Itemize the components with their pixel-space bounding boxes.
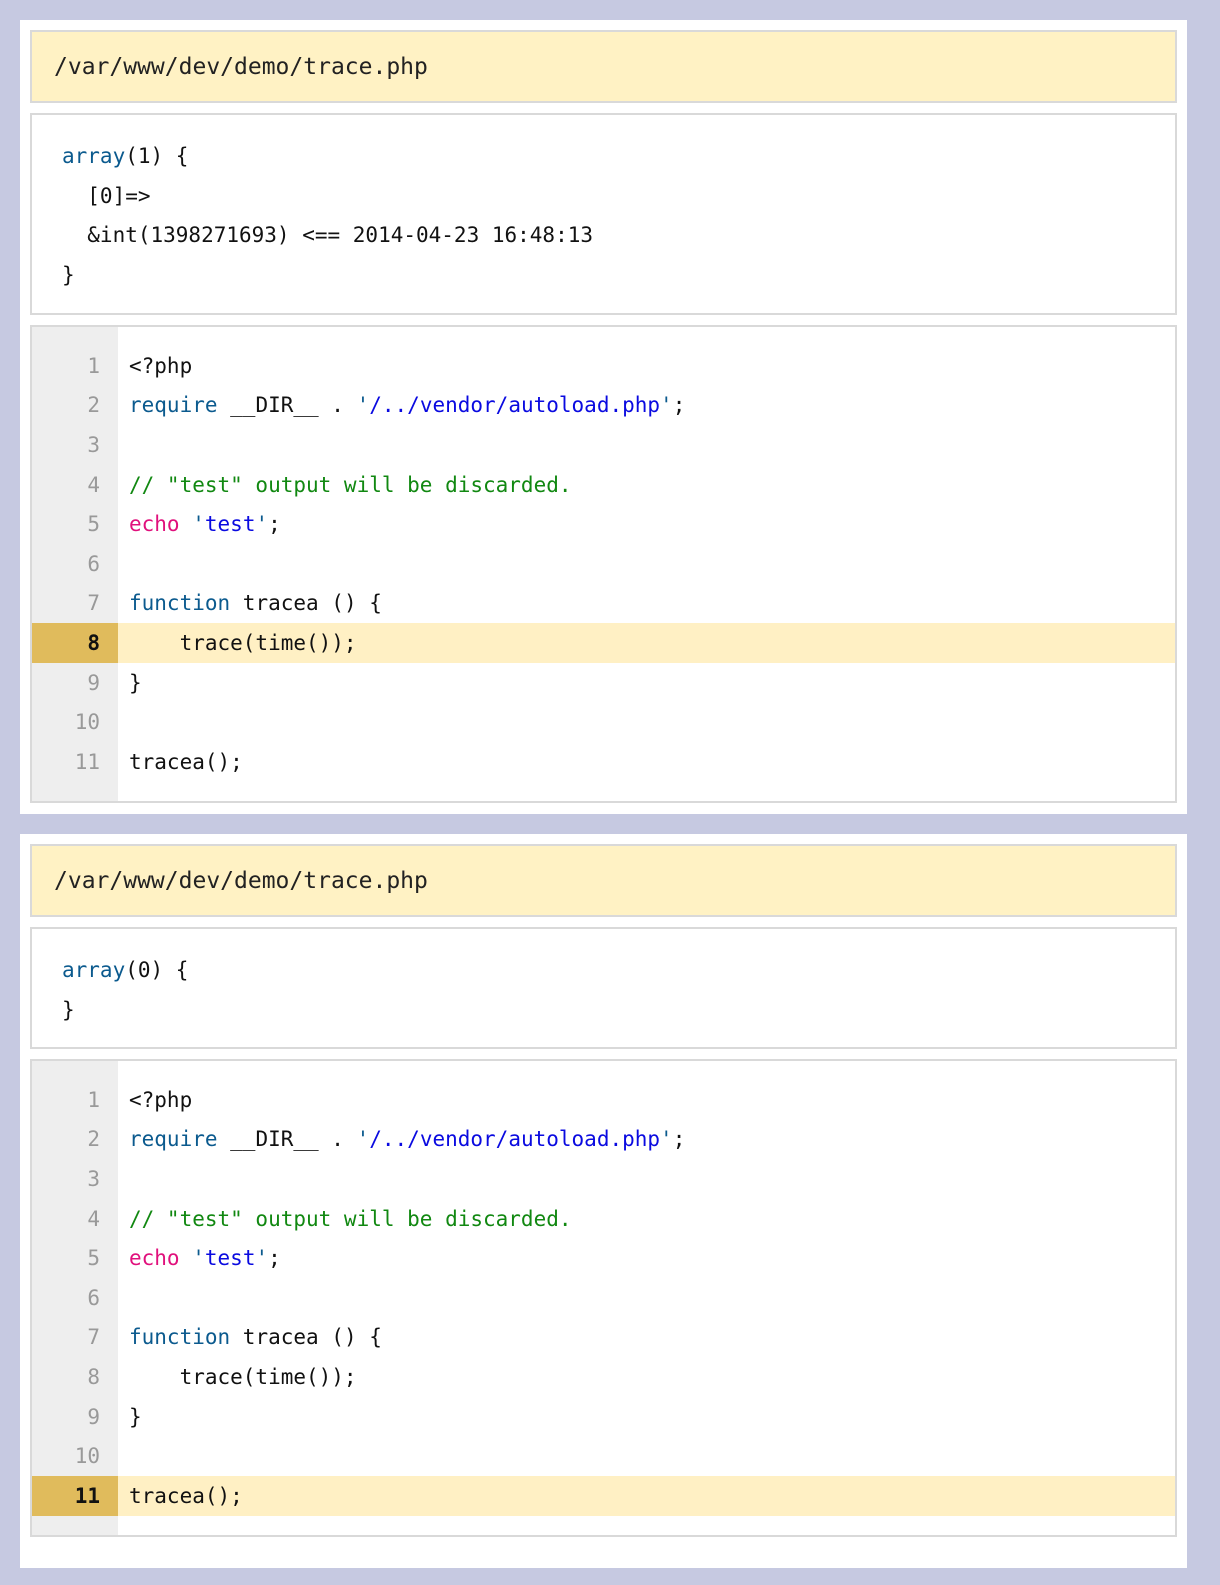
line-number: 4: [87, 1206, 100, 1231]
source-code-view: 1 <?php 2 require __DIR__ . '/../vendor/…: [30, 325, 1177, 803]
code-line: 10: [32, 702, 1175, 742]
dump-line: [0]=>: [62, 183, 151, 208]
line-number: 5: [87, 1246, 100, 1271]
trace-panel-2: /var/www/dev/demo/trace.php array(0) { }…: [20, 834, 1187, 1568]
code-line: 4 // "test" output will be discarded.: [32, 465, 1175, 505]
code-line: 8 trace(time());: [32, 1357, 1175, 1397]
var-dump-output: array(0) { }: [30, 927, 1177, 1049]
line-number: 9: [87, 670, 100, 695]
dump-line: array(1) {: [62, 144, 189, 168]
line-number: 11: [74, 749, 100, 774]
line-number: 10: [74, 710, 100, 735]
code-line: 3: [32, 1159, 1175, 1199]
line-number: 2: [87, 393, 100, 418]
code-line: 5 echo ' test ';: [32, 1238, 1175, 1278]
dump-line: }: [62, 997, 75, 1022]
line-number: 9: [87, 1404, 100, 1429]
file-path-header: /var/www/dev/demo/trace.php: [30, 844, 1177, 917]
line-number: 7: [87, 1325, 100, 1350]
code-line: 4 // "test" output will be discarded.: [32, 1199, 1175, 1239]
line-number: 2: [87, 1127, 100, 1152]
source-code-view: 1 <?php 2 require __DIR__ . '/../vendor/…: [30, 1059, 1177, 1537]
line-number: 3: [87, 1166, 100, 1191]
var-dump-output: array(1) { [0]=> &int(1398271693) <== 20…: [30, 113, 1177, 315]
dump-type-keyword: array: [62, 958, 126, 982]
line-number: 8: [32, 623, 118, 663]
code-line: 10: [32, 1436, 1175, 1476]
code-line: 5 echo ' test ';: [32, 504, 1175, 544]
code-line-highlighted: 8 trace(time());: [32, 623, 1175, 663]
code-line-highlighted: 11 tracea();: [32, 1475, 1175, 1516]
dump-type-keyword: array: [62, 144, 126, 168]
code-line: 1 <?php: [32, 346, 1175, 386]
line-number: 6: [87, 1285, 100, 1310]
dump-line: &int(1398271693) <== 2014-04-23 16:48:13: [62, 223, 594, 247]
code-line: 9 }: [32, 1397, 1175, 1437]
line-number: 3: [87, 432, 100, 457]
code-line: 6: [32, 1278, 1175, 1318]
line-number: 1: [87, 353, 100, 378]
line-number: 7: [87, 591, 100, 616]
file-path: /var/www/dev/demo/trace.php: [54, 53, 428, 80]
code-line: 7 function tracea () {: [32, 584, 1175, 624]
file-path-header: /var/www/dev/demo/trace.php: [30, 30, 1177, 103]
line-number: 11: [32, 1475, 118, 1516]
code-line: 3: [32, 425, 1175, 465]
code-line: 9 }: [32, 663, 1175, 703]
code-line: 6: [32, 544, 1175, 584]
code-line: 2 require __DIR__ . '/../vendor/autoload…: [32, 1120, 1175, 1160]
trace-panel-1: /var/www/dev/demo/trace.php array(1) { […: [20, 20, 1187, 814]
code-line: 2 require __DIR__ . '/../vendor/autoload…: [32, 386, 1175, 426]
line-number: 10: [74, 1444, 100, 1469]
line-number: 8: [87, 1364, 100, 1389]
line-number: 4: [87, 472, 100, 497]
code-line: 11 tracea();: [32, 742, 1175, 782]
line-number: 6: [87, 551, 100, 576]
line-number: 5: [87, 512, 100, 537]
dump-line: }: [62, 262, 75, 287]
file-path: /var/www/dev/demo/trace.php: [54, 867, 428, 894]
code-line: 1 <?php: [32, 1080, 1175, 1120]
code-line: 7 function tracea () {: [32, 1318, 1175, 1358]
line-number: 1: [87, 1087, 100, 1112]
dump-line: array(0) {: [62, 958, 189, 982]
